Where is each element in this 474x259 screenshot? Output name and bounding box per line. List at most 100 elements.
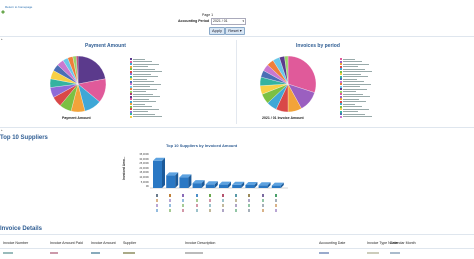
legend-label	[343, 93, 363, 95]
legend-item	[130, 115, 162, 118]
legend-label	[133, 116, 162, 117]
x-tick-label	[248, 209, 251, 212]
x-tick-label	[222, 194, 224, 197]
legend-label	[343, 86, 360, 87]
x-tick-label	[182, 194, 185, 197]
legend-label	[133, 81, 154, 82]
bar[interactable]	[219, 181, 231, 188]
top-suppliers-bar-chart[interactable]	[150, 150, 290, 192]
accounting-period-select[interactable]: 2021 / 01 ▾	[211, 18, 246, 25]
legend-label	[133, 86, 150, 87]
return-homepage-link[interactable]: Return to homepage	[5, 5, 32, 9]
legend-label	[133, 101, 156, 102]
column-header[interactable]: Calendar Month	[390, 241, 416, 245]
y-tick-label: 0K	[145, 185, 149, 189]
divider	[0, 36, 474, 37]
x-tick-label	[248, 199, 251, 202]
x-tick-label	[222, 199, 224, 202]
bar[interactable]	[192, 180, 205, 188]
y-tick-label: 10,000K	[139, 176, 149, 179]
column-header[interactable]: Invoice Amount	[91, 241, 116, 245]
bar[interactable]	[245, 181, 258, 188]
legend-label	[133, 103, 145, 105]
x-tick-label	[195, 209, 198, 212]
x-tick-label	[274, 199, 277, 202]
column-header[interactable]: Invoice Amount Paid	[50, 241, 83, 245]
x-tick-label	[169, 209, 172, 212]
legend-label	[343, 88, 367, 90]
table-cell	[123, 252, 135, 254]
bar[interactable]	[166, 172, 179, 188]
legend-label	[343, 111, 358, 112]
x-tick-label	[208, 209, 211, 212]
legend-label	[343, 113, 365, 115]
x-tick-label	[156, 194, 158, 197]
table-cell	[91, 252, 100, 254]
bar[interactable]	[179, 174, 192, 188]
bar[interactable]	[258, 182, 271, 188]
x-tick-label	[156, 209, 158, 212]
legend-label	[133, 61, 152, 62]
table-cell	[367, 252, 379, 254]
apply-button[interactable]: Apply	[209, 27, 225, 35]
x-tick-label	[274, 209, 277, 212]
invoices-by-period-title: Invoices by period	[296, 43, 340, 49]
reset-label: Reset	[228, 28, 239, 33]
column-header[interactable]: Invoice Description	[185, 241, 215, 245]
legend-label	[343, 116, 372, 117]
legend-label	[133, 113, 155, 115]
x-tick-label	[169, 199, 172, 202]
legend-label	[133, 93, 153, 95]
payment-pie-footer: Payment Amount	[62, 116, 91, 120]
x-tick-label	[235, 199, 238, 202]
legend-label	[343, 101, 366, 102]
bar[interactable]	[205, 181, 218, 188]
column-header[interactable]: Supplier	[123, 241, 136, 245]
legend-label	[343, 81, 364, 82]
legend-label	[133, 98, 149, 100]
legend-label	[343, 98, 359, 100]
collapse-icon[interactable]: ▴	[1, 128, 3, 132]
divider	[0, 127, 474, 128]
legend-label	[133, 88, 157, 90]
legend-label	[343, 103, 355, 105]
payment-pie[interactable]	[48, 54, 108, 114]
bar[interactable]	[271, 182, 284, 188]
x-tick-label	[274, 204, 277, 207]
legend-label	[133, 96, 160, 97]
page-label: Page 1	[202, 13, 214, 17]
legend-label	[133, 73, 151, 75]
column-header[interactable]: Invoice Number	[3, 241, 28, 245]
x-tick-label	[156, 199, 158, 202]
collapse-icon[interactable]: ▴	[1, 37, 3, 41]
x-tick-label	[274, 194, 277, 197]
x-tick-label	[182, 209, 185, 212]
x-tick-label	[169, 204, 172, 207]
reset-button[interactable]: Reset ▾	[225, 27, 245, 35]
legend-label	[133, 83, 161, 85]
table-cell	[3, 252, 13, 254]
invoice-pie[interactable]	[258, 54, 318, 114]
column-header[interactable]: Accounting Date	[319, 241, 345, 245]
x-tick-label	[169, 194, 172, 197]
x-tick-label	[235, 209, 238, 212]
divider	[0, 248, 474, 249]
legend-label	[343, 61, 362, 62]
x-tick-label	[208, 204, 211, 207]
legend-label	[343, 76, 368, 77]
accounting-period-label: Accounting Period	[178, 19, 210, 23]
bar[interactable]	[153, 157, 165, 188]
bar[interactable]	[232, 181, 245, 188]
legend-label	[343, 83, 371, 85]
legend-label	[343, 68, 365, 70]
legend-label	[133, 108, 159, 110]
legend-label	[133, 76, 158, 77]
legend-label	[133, 71, 162, 72]
x-tick-label	[261, 209, 264, 212]
legend-label	[343, 63, 369, 65]
x-tick-label	[261, 199, 264, 202]
y-tick-label: 5,000K	[140, 180, 149, 184]
y-tick-label: 15,000K	[139, 171, 149, 175]
legend-label	[343, 71, 372, 72]
legend-label	[133, 91, 146, 92]
